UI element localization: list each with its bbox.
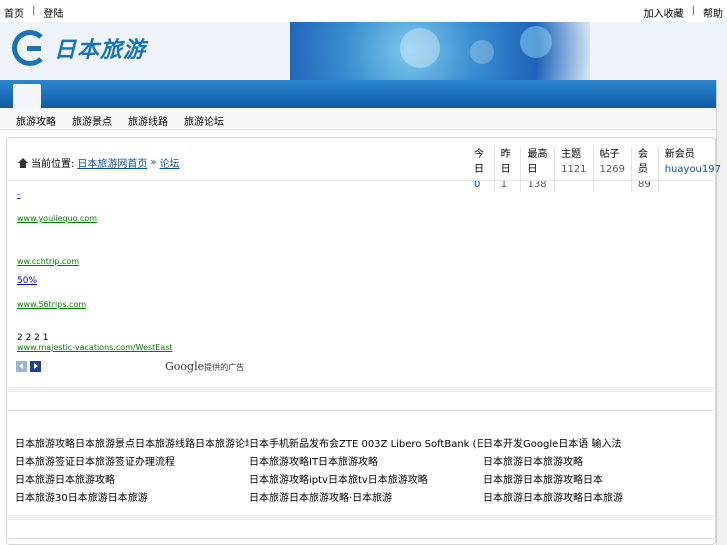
divider	[8, 538, 714, 539]
link-item[interactable]: 日本旅游签证日本旅游签证办理流程	[15, 456, 249, 470]
stat-label: 今日	[474, 149, 484, 175]
top-bar-left: 首页 | 登陆	[4, 5, 63, 20]
stat-peak: 最高日 138	[520, 147, 554, 192]
ad-url[interactable]: www.56trips.com	[17, 300, 337, 309]
link-item[interactable]: 日本旅游攻略IT日本旅游攻略	[249, 456, 483, 470]
home-link[interactable]: 首页	[4, 5, 24, 20]
ad-desc	[17, 290, 337, 300]
add-favorite-link[interactable]: 加入收藏	[644, 5, 684, 20]
stat-yesterday: 昨日 1	[493, 147, 521, 192]
ad-title[interactable]	[17, 233, 337, 247]
subnav-item-routes[interactable]: 旅游线路	[128, 113, 168, 128]
stat-members: 会员 89	[630, 147, 658, 192]
breadcrumb-home-link[interactable]: 日本旅游网首页	[77, 155, 147, 170]
logo-text: 日本旅游	[54, 38, 147, 63]
ad-title[interactable]	[17, 319, 337, 333]
link-item[interactable]: 日本旅游日本旅游攻略日本旅游	[483, 492, 715, 506]
help-link[interactable]: 帮助	[703, 5, 723, 20]
link-item[interactable]: 日本旅游日本旅游攻略	[483, 456, 715, 470]
divider	[8, 386, 714, 392]
site-header: 日本旅游	[0, 22, 727, 80]
ad-desc	[17, 247, 337, 257]
stat-label: 新会员	[664, 149, 695, 160]
stat-label: 帖子	[599, 149, 620, 160]
ad-item[interactable]: ww.cchtrip.com	[17, 233, 337, 276]
forum-stats: 今日 0 昨日 1 最高日 138 主题 1121 帖子 1269 会员 89 …	[468, 147, 727, 192]
ad-desc: 2 2 2 1	[17, 333, 49, 343]
stat-label: 昨日	[500, 149, 511, 175]
link-item[interactable]: 日本旅游日本旅游攻略·日本旅游	[249, 492, 483, 506]
stat-posts: 帖子 1269	[592, 147, 631, 192]
ad-pager	[16, 361, 41, 372]
stat-value: 1121	[561, 164, 587, 175]
breadcrumb-arrow: »	[150, 157, 157, 168]
subnav-item-forum[interactable]: 旅游论坛	[184, 113, 224, 128]
ad-url[interactable]: www.majestic-vacations.com/WestEast	[17, 343, 337, 352]
breadcrumb-current[interactable]: 论坛	[160, 155, 180, 170]
sub-nav: 旅游攻略 旅游景点 旅游线路 旅游论坛	[0, 108, 716, 130]
banner-bokeh	[520, 26, 552, 58]
link-item[interactable]: 日本旅游日本旅游攻略日本	[483, 474, 715, 488]
subnav-item-guides[interactable]: 旅游攻略	[16, 113, 56, 128]
google-wordmark: Google	[165, 360, 205, 373]
nav-tab-active[interactable]	[13, 84, 41, 108]
stat-value: 1269	[599, 164, 625, 175]
ads-by-label: 提供的广告	[204, 363, 245, 372]
ad-item[interactable]: 50% www.56trips.com	[17, 276, 337, 319]
link-item[interactable]: 日本旅游30日本旅游日本旅游	[15, 492, 249, 506]
chevron-right-icon[interactable]	[30, 361, 41, 372]
stat-topics: 主题 1121	[554, 147, 592, 192]
stat-today: 今日 0	[468, 147, 494, 192]
login-link[interactable]: 登陆	[43, 5, 63, 20]
ad-item[interactable]: 2 2 2 1 www.majestic-vacations.com/WestE…	[17, 319, 337, 362]
stat-value[interactable]: huayou197	[665, 162, 721, 177]
ad-title[interactable]: 50%	[17, 276, 337, 290]
divider	[8, 410, 714, 411]
banner-bokeh	[400, 28, 440, 68]
subnav-item-spots[interactable]: 旅游景点	[72, 113, 112, 128]
google-ads: - www.youliequo.com ww.cchtrip.com 50% w…	[17, 190, 337, 362]
divider	[8, 180, 714, 181]
link-item[interactable]: 日本旅游攻略iptv日本旅tv日本旅游攻略	[249, 474, 483, 488]
breadcrumb: 当前位置: 日本旅游网首页 » 论坛	[18, 155, 180, 170]
main-nav-bar	[0, 80, 716, 108]
link-item[interactable]: 日本旅游日本旅游攻略	[15, 474, 249, 488]
link-item[interactable]: 日本旅游攻略日本旅游景点日本旅游线路日本旅游论坛	[15, 438, 249, 452]
link-item[interactable]: 日本开发Google日本语 输入法	[483, 438, 715, 452]
banner-bokeh	[470, 40, 494, 64]
top-bar: 首页 | 登陆 加入收藏 | 帮助	[0, 0, 727, 22]
separator: |	[32, 5, 36, 16]
ads-by-google[interactable]: Google提供的广告	[165, 360, 244, 373]
top-bar-right: 加入收藏 | 帮助	[644, 5, 723, 20]
divider	[8, 514, 714, 520]
stat-label: 主题	[561, 149, 582, 160]
link-item[interactable]: 日本手机新品发布会ZTE 003Z Libero SoftBank (日本 Bl…	[249, 438, 483, 452]
ad-item[interactable]: - www.youliequo.com	[17, 190, 337, 233]
ad-title[interactable]: -	[17, 190, 337, 204]
home-icon	[18, 157, 28, 168]
link-grid: 日本旅游攻略日本旅游景点日本旅游线路日本旅游论坛 日本手机新品发布会ZTE 00…	[15, 438, 715, 506]
ad-desc	[17, 204, 337, 214]
ad-url[interactable]: ww.cchtrip.com	[17, 257, 337, 266]
logo-g-icon	[12, 30, 48, 66]
separator: |	[691, 5, 695, 16]
site-logo[interactable]: 日本旅游	[12, 30, 146, 66]
stat-new-member: 新会员 huayou197	[657, 147, 727, 192]
stat-label: 最高日	[527, 149, 548, 175]
stat-label: 会员	[637, 149, 648, 175]
chevron-left-icon[interactable]	[16, 361, 27, 372]
breadcrumb-prefix: 当前位置:	[31, 159, 75, 170]
ad-url[interactable]: www.youliequo.com	[17, 214, 337, 223]
